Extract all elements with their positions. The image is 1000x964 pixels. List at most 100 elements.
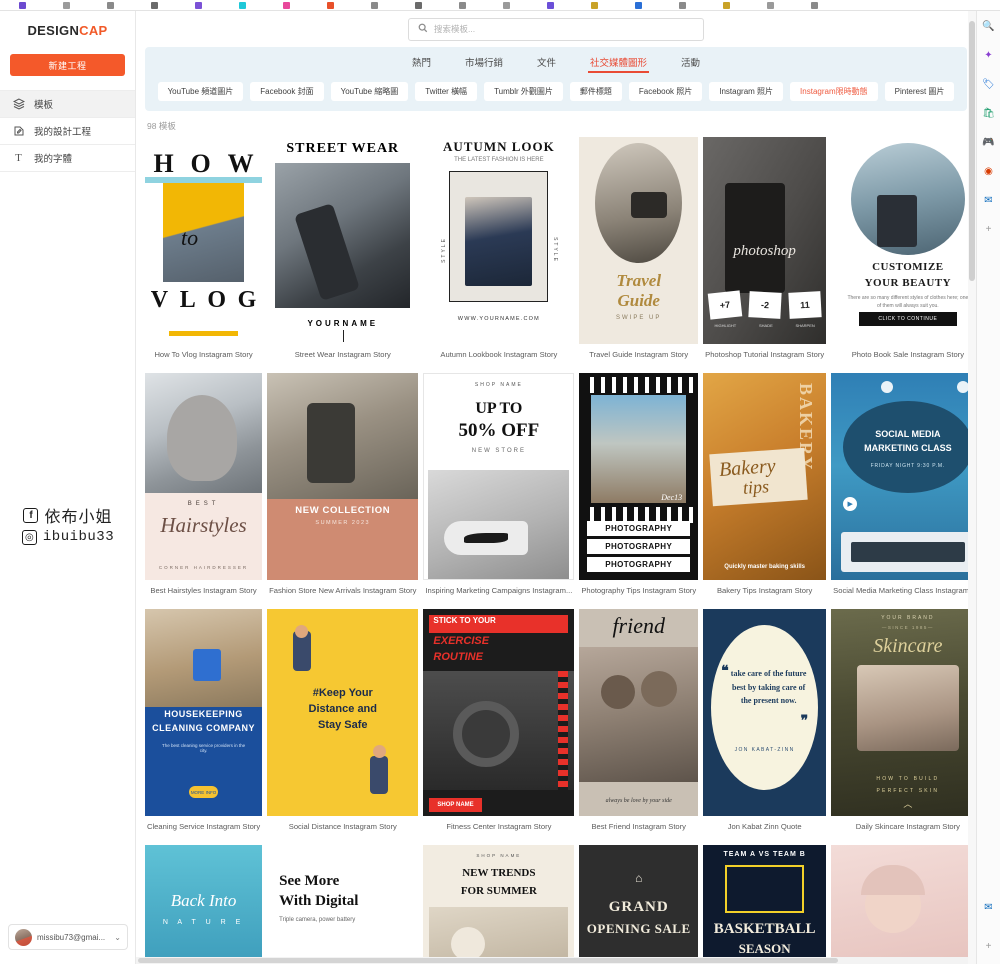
bookmark-item[interactable] [396, 0, 440, 10]
pill-8[interactable]: Instagram限時動態 [790, 82, 878, 101]
vertical-scrollbar[interactable] [968, 11, 976, 964]
bookmark-item[interactable] [308, 0, 352, 10]
pill-3[interactable]: Twitter 橫幅 [415, 82, 478, 101]
bookmark-item[interactable] [132, 0, 176, 10]
template-card[interactable]: NEW COLLECTION SUMMER 2023 Fashion Store … [267, 373, 419, 609]
bookmark-item[interactable] [440, 0, 484, 10]
template-thumbnail-basketball[interactable]: TEAM A VS TEAM B BASKETBALL SEASON [703, 845, 827, 964]
template-card[interactable]: friend always be love by your side Best F… [579, 609, 699, 845]
template-thumbnail-fitness-center[interactable]: STICK TO YOUR EXERCISE ROUTINE SHOP NAME [423, 609, 575, 816]
copilot-sparkle-icon[interactable]: ✦ [981, 48, 996, 63]
pill-0[interactable]: YouTube 頻道圖片 [157, 82, 244, 101]
template-thumbnail-bakery-tips[interactable]: BAKERY Bakery tips Quickly master baking… [703, 373, 827, 580]
template-thumbnail-baby-pink[interactable] [831, 845, 976, 964]
chevron-down-icon[interactable]: ⌄ [114, 933, 121, 942]
outlook-bottom-icon[interactable]: ✉ [981, 900, 996, 915]
outlook-icon[interactable]: ✉ [981, 193, 996, 208]
pill-5[interactable]: 郵件標題 [569, 82, 622, 101]
template-card[interactable]: HOUSEKEEPING CLEANING COMPANY The best c… [145, 609, 263, 845]
template-thumbnail-new-trends-summer[interactable]: SHOP NAME NEW TRENDS FOR SUMMER [423, 845, 575, 964]
template-card[interactable]: STICK TO YOUR EXERCISE ROUTINE SHOP NAME… [423, 609, 575, 845]
template-card[interactable]: SHOP NAME NEW TRENDS FOR SUMMER [423, 845, 575, 964]
template-thumbnail-see-more-digital[interactable]: See More With Digital Triple camera, pow… [267, 845, 419, 964]
template-thumbnail-photo-book-sale[interactable]: CUSTOMIZE YOUR BEAUTY There are so many … [831, 137, 976, 344]
template-card[interactable]: ⌂ GRAND OPENING SALE [579, 845, 699, 964]
bookmark-item[interactable] [484, 0, 528, 10]
template-thumbnail-up-to-50-off[interactable]: SHOP NAME UP TO 50% OFF NEW STORE [423, 373, 575, 580]
template-card[interactable]: ❝ take care of the future best by taking… [703, 609, 827, 845]
template-thumbnail-new-collection[interactable]: NEW COLLECTION SUMMER 2023 [267, 373, 419, 580]
template-card[interactable]: See More With Digital Triple camera, pow… [267, 845, 419, 964]
tab-0[interactable]: 熱門 [412, 55, 431, 72]
tab-2[interactable]: 文件 [537, 55, 556, 72]
template-card[interactable]: TEAM A VS TEAM B BASKETBALL SEASON [703, 845, 827, 964]
add-bottom-icon[interactable]: + [981, 939, 996, 954]
template-card[interactable]: photoshop +7 -2 11 HIGHLIGHT SHADE SHARPEN… [703, 137, 827, 373]
tag-icon[interactable]: 🏷 [981, 77, 996, 92]
template-thumbnail-how-to-vlog[interactable]: HOW to VLOG [145, 137, 263, 344]
pill-9[interactable]: Pinterest 圖片 [884, 82, 955, 101]
template-card[interactable]: YOUR BRAND —SINCE 1985— Skincare HOW TO … [831, 609, 976, 845]
sidebar-item-my-fonts[interactable]: T 我的字體 [0, 145, 135, 172]
template-card[interactable]: #Keep Your Distance and Stay Safe Social… [267, 609, 419, 845]
template-thumbnail-housekeeping[interactable]: HOUSEKEEPING CLEANING COMPANY The best c… [145, 609, 263, 816]
template-thumbnail-skincare[interactable]: YOUR BRAND —SINCE 1985— Skincare HOW TO … [831, 609, 976, 816]
sidebar-item-templates[interactable]: 模板 [0, 91, 135, 118]
horizontal-scrollbar[interactable] [136, 957, 968, 964]
pill-6[interactable]: Facebook 照片 [628, 82, 703, 101]
tab-3[interactable]: 社交媒體圖形 [587, 55, 650, 73]
sidebar-item-my-designs[interactable]: 我的設計工程 [0, 118, 135, 145]
bookmark-item[interactable] [660, 0, 704, 10]
account-menu-button[interactable]: missibu73@gmai... ⌄ [8, 924, 128, 950]
pill-4[interactable]: Tumblr 外觀圖片 [484, 82, 563, 101]
office-icon[interactable]: ◉ [981, 164, 996, 179]
template-thumbnail-photoshop-tutorial[interactable]: photoshop +7 -2 11 HIGHLIGHT SHADE SHARPEN [703, 137, 827, 344]
template-card[interactable]: Back Into N A T U R E [145, 845, 263, 964]
template-card[interactable]: SHOP NAME UP TO 50% OFF NEW STORE Inspir… [423, 373, 575, 609]
bookmark-item[interactable] [264, 0, 308, 10]
template-card[interactable]: BAKERY Bakery tips Quickly master baking… [703, 373, 827, 609]
add-extension-icon[interactable]: + [981, 222, 996, 237]
bookmark-item[interactable] [572, 0, 616, 10]
pill-7[interactable]: Instagram 照片 [709, 82, 784, 101]
template-thumbnail-travel-guide[interactable]: Travel Guide SWIPE UP [579, 137, 699, 344]
template-thumbnail-grand-opening[interactable]: ⌂ GRAND OPENING SALE [579, 845, 699, 964]
vertical-scrollbar-thumb[interactable] [969, 21, 975, 281]
template-card[interactable]: Dec13 PHOTOGRAPHY PHOTOGRAPHY PHOTOGRAPH… [579, 373, 699, 609]
bookmark-item[interactable] [616, 0, 660, 10]
bookmark-item[interactable] [176, 0, 220, 10]
tab-1[interactable]: 市場行銷 [465, 55, 503, 72]
template-card[interactable]: BEST Hairstyles CORNER HAIRDRESSER Best H… [145, 373, 263, 609]
template-card[interactable]: STREET WEAR YOURNAME Street Wear Instagr… [267, 137, 419, 373]
pill-2[interactable]: YouTube 縮略圖 [330, 82, 409, 101]
bookmark-item[interactable] [88, 0, 132, 10]
template-thumbnail-social-distance[interactable]: #Keep Your Distance and Stay Safe [267, 609, 419, 816]
bookmark-item[interactable] [44, 0, 88, 10]
template-card[interactable]: CUSTOMIZE YOUR BEAUTY There are so many … [831, 137, 976, 373]
bookmark-item[interactable] [748, 0, 792, 10]
template-thumbnail-social-media-class[interactable]: SOCIAL MEDIA MARKETING CLASS FRIDAY NIGH… [831, 373, 976, 580]
template-thumbnail-kabat-zinn[interactable]: ❝ take care of the future best by taking… [703, 609, 827, 816]
games-icon[interactable]: 🎮 [981, 135, 996, 150]
bookmark-item[interactable] [704, 0, 748, 10]
designcap-logo[interactable]: DESIGN CAP [0, 11, 135, 43]
pill-1[interactable]: Facebook 封面 [250, 82, 324, 101]
template-card[interactable]: Travel Guide SWIPE UP Travel Guide Instag… [579, 137, 699, 373]
template-thumbnail-street-wear[interactable]: STREET WEAR YOURNAME [267, 137, 419, 344]
template-card[interactable] [831, 845, 976, 964]
template-thumbnail-back-into-nature[interactable]: Back Into N A T U R E [145, 845, 263, 964]
bookmark-item[interactable] [528, 0, 572, 10]
new-project-button[interactable]: 新建工程 [10, 54, 125, 76]
tab-4[interactable]: 活動 [681, 55, 700, 72]
template-thumbnail-photography-tips[interactable]: Dec13 PHOTOGRAPHY PHOTOGRAPHY PHOTOGRAPH… [579, 373, 699, 580]
bookmark-item[interactable] [352, 0, 396, 10]
template-thumbnail-best-friend[interactable]: friend always be love by your side [579, 609, 699, 816]
template-card[interactable]: HOW to VLOG How To Vlog Instagram Story [145, 137, 263, 373]
bookmark-item[interactable] [792, 0, 836, 10]
bookmark-item[interactable] [0, 0, 44, 10]
template-thumbnail-best-hairstyles[interactable]: BEST Hairstyles CORNER HAIRDRESSER [145, 373, 263, 580]
template-card[interactable]: SOCIAL MEDIA MARKETING CLASS FRIDAY NIGH… [831, 373, 976, 609]
bookmark-item[interactable] [220, 0, 264, 10]
shopping-icon[interactable]: 🛍 [981, 106, 996, 121]
browser-bookmarks-bar[interactable] [0, 0, 1000, 11]
